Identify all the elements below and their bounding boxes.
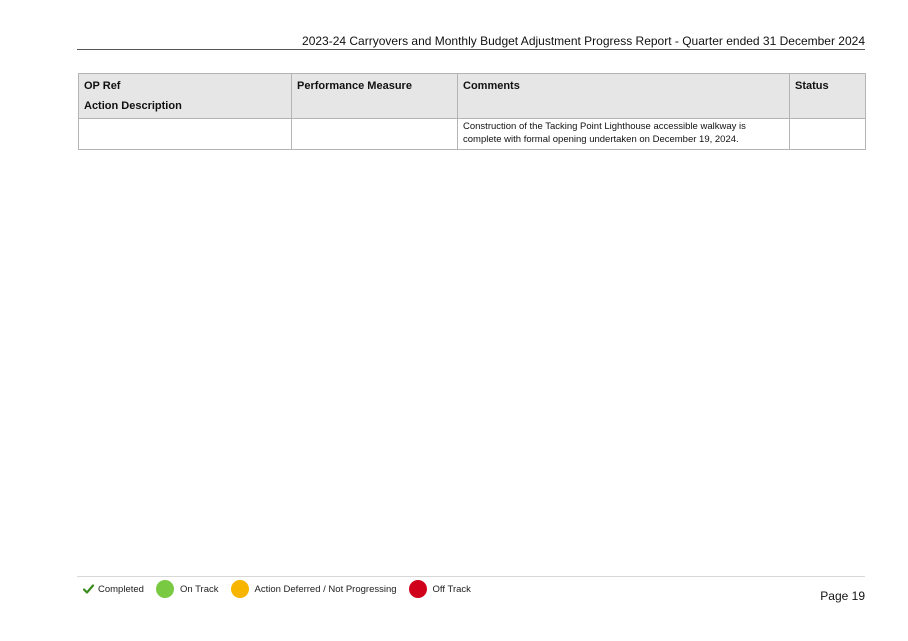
legend-label-on-track: On Track	[179, 583, 219, 595]
table-header-row: OP Ref Action Description Performance Me…	[78, 73, 866, 119]
page-number: Page 19	[820, 589, 865, 603]
performance-measure-cell	[291, 118, 458, 150]
comment-line: Construction of the Tacking Point Lighth…	[463, 121, 746, 132]
column-header-performance-measure: Performance Measure	[291, 73, 458, 119]
red-dot-icon	[408, 580, 427, 598]
status-legend: Completed On Track Action Deferred / Not…	[83, 579, 483, 599]
legend-label-off-track: Off Track	[432, 583, 471, 595]
legend-item-completed: Completed	[83, 584, 156, 595]
op-ref-cell	[78, 118, 292, 150]
legend-item-on-track: On Track	[155, 580, 231, 598]
comments-cell: Construction of the Tacking Point Lighth…	[457, 118, 790, 150]
legend-item-deferred: Action Deferred / Not Progressing	[230, 580, 409, 598]
column-header-op-ref: OP Ref Action Description	[78, 73, 292, 119]
header-divider	[77, 49, 865, 50]
green-dot-icon	[155, 580, 174, 598]
legend-item-off-track: Off Track	[408, 580, 483, 598]
progress-report-table: OP Ref Action Description Performance Me…	[78, 73, 866, 150]
table-row: Construction of the Tacking Point Lighth…	[78, 118, 866, 150]
legend-label-deferred: Action Deferred / Not Progressing	[254, 583, 397, 595]
status-cell	[789, 118, 866, 150]
amber-dot-icon	[230, 580, 249, 598]
footer-divider	[77, 576, 865, 577]
column-header-comments: Comments	[457, 73, 790, 119]
op-ref-header-label: OP Ref	[84, 80, 121, 92]
page-header-title: 2023-24 Carryovers and Monthly Budget Ad…	[302, 34, 865, 48]
legend-label-completed: Completed	[98, 583, 144, 595]
check-icon	[83, 584, 94, 594]
column-header-status: Status	[789, 73, 866, 119]
action-description-header-label: Action Description	[84, 100, 182, 112]
comment-line: complete with formal opening undertaken …	[463, 134, 739, 145]
